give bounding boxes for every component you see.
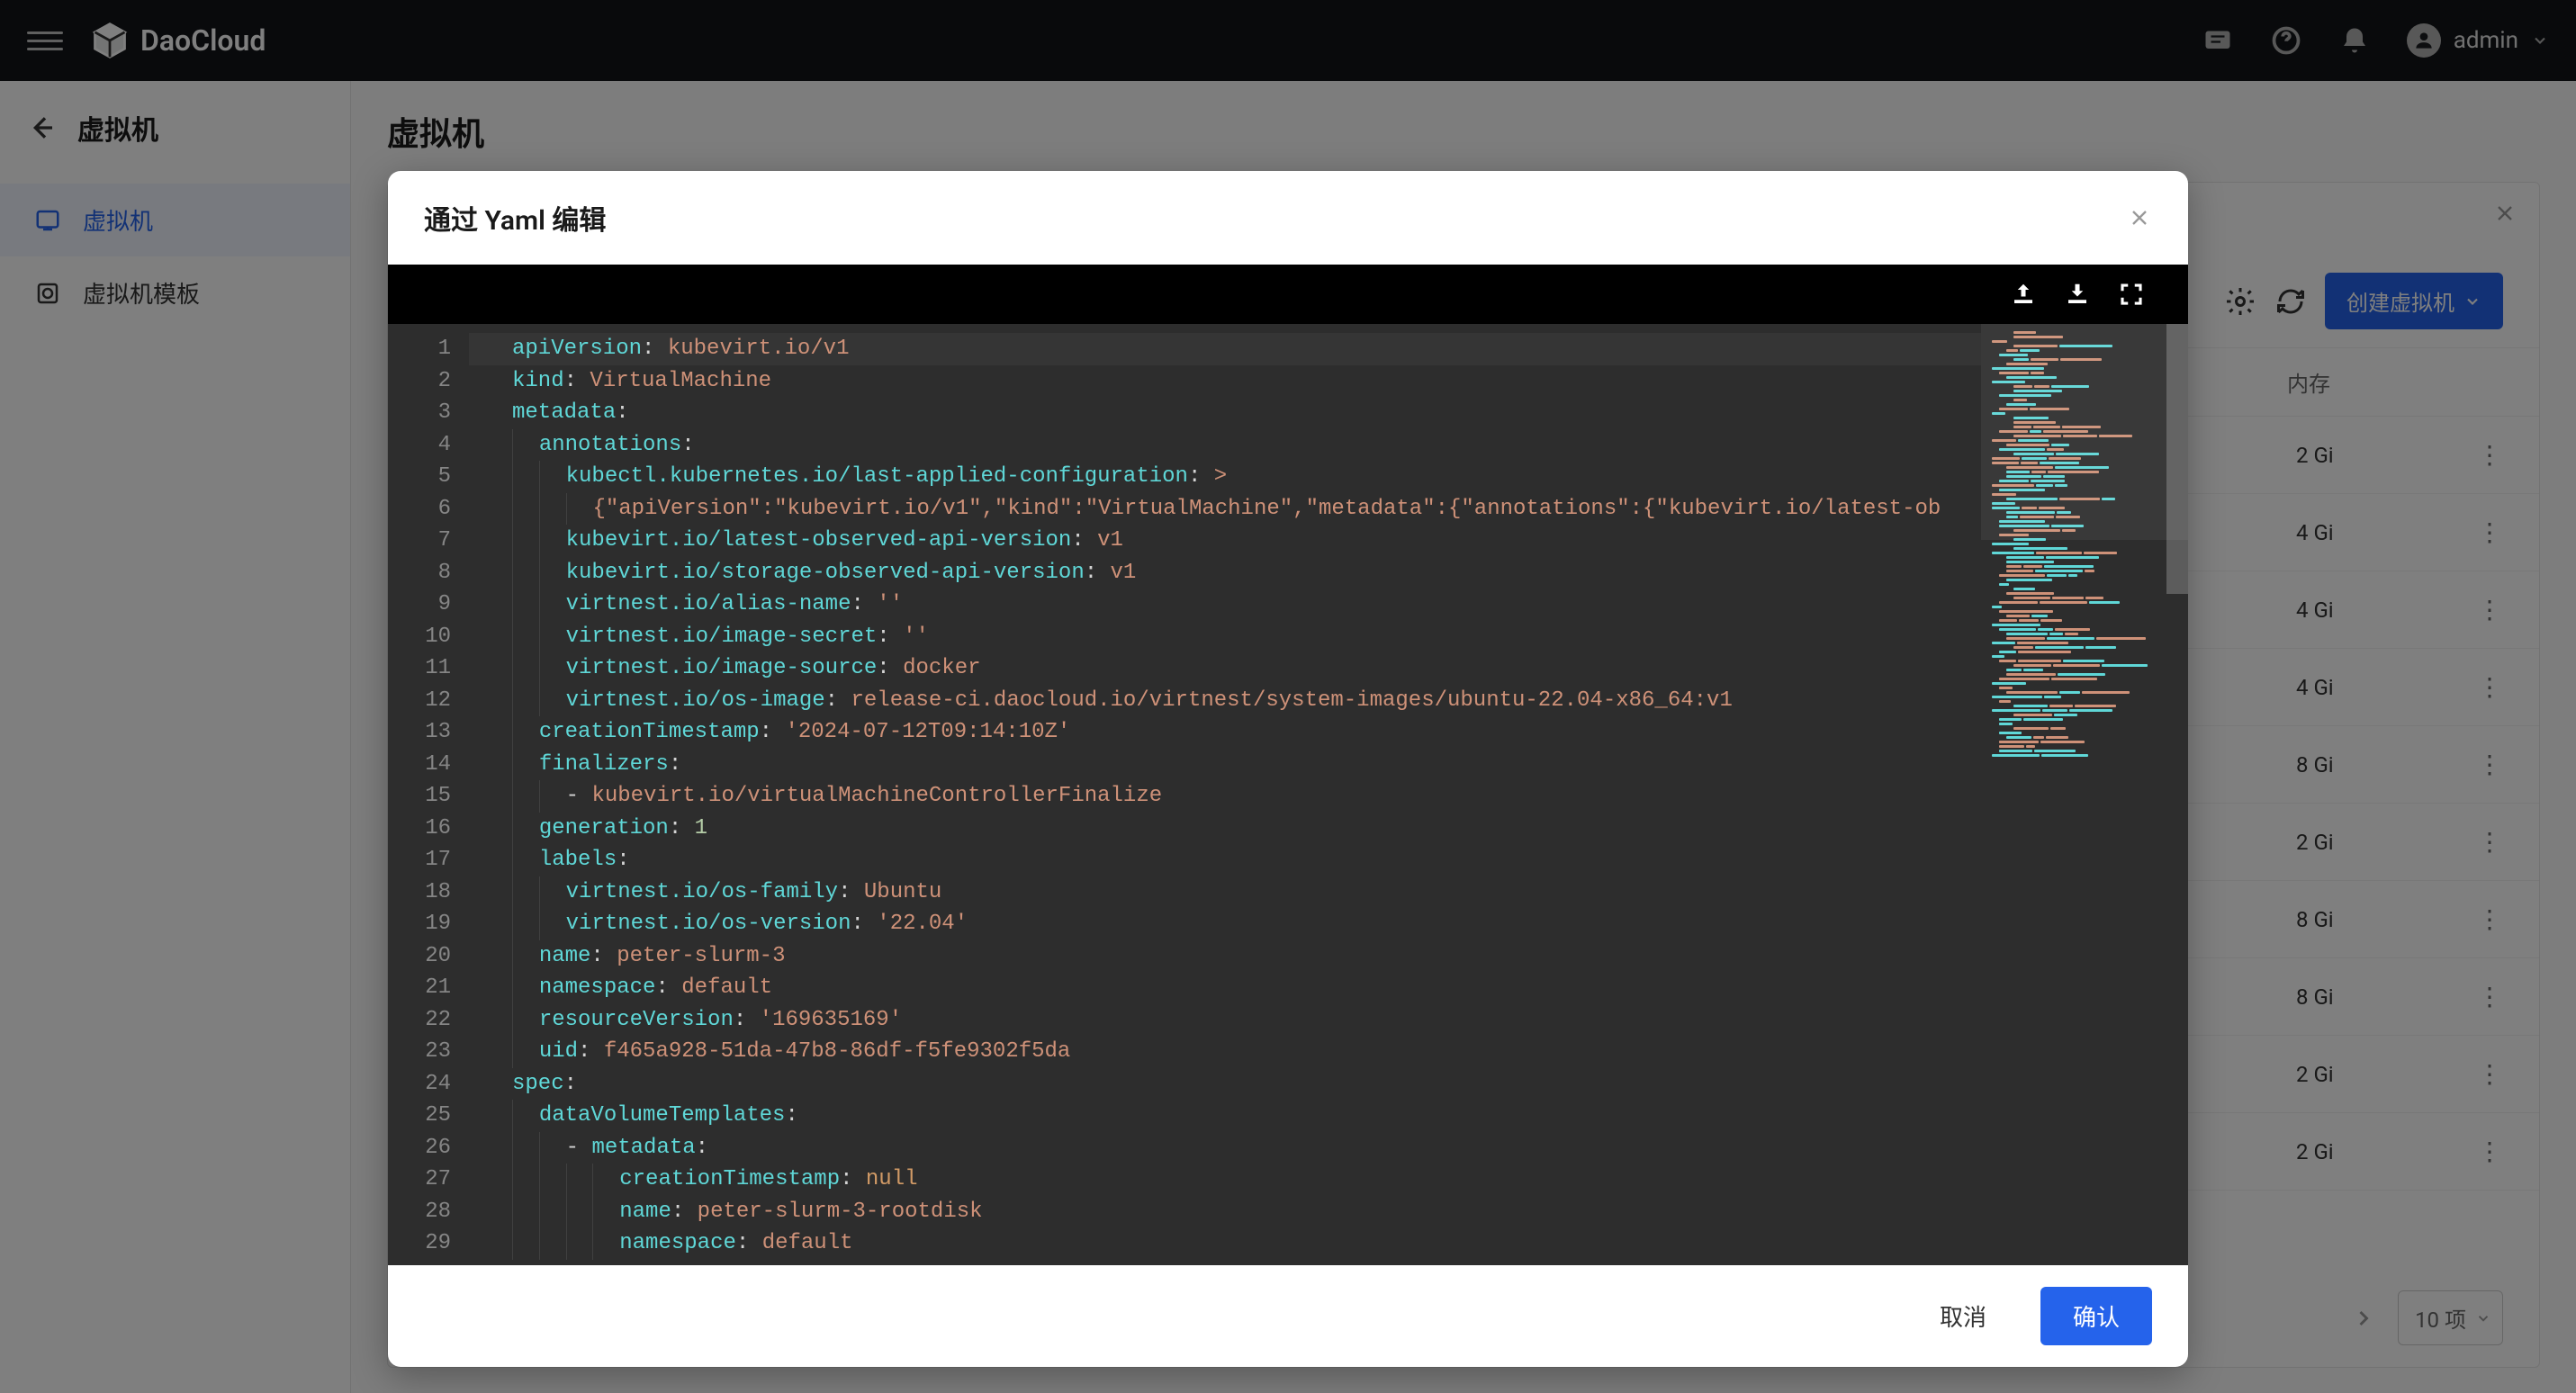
confirm-button[interactable]: 确认 bbox=[2040, 1287, 2152, 1345]
download-icon[interactable] bbox=[2064, 281, 2091, 308]
modal-footer: 取消 确认 bbox=[388, 1265, 2188, 1367]
modal-title: 通过 Yaml 编辑 bbox=[424, 198, 606, 238]
minimap-viewport[interactable] bbox=[1981, 324, 2188, 540]
yaml-edit-modal: 通过 Yaml 编辑 12345678910111213141516171819… bbox=[388, 171, 2188, 1367]
fullscreen-icon[interactable] bbox=[2118, 281, 2145, 308]
upload-icon[interactable] bbox=[2010, 281, 2037, 308]
editor-scrollbar[interactable] bbox=[2166, 324, 2188, 1265]
editor-body[interactable]: 1234567891011121314151617181920212223242… bbox=[388, 324, 2188, 1265]
line-numbers: 1234567891011121314151617181920212223242… bbox=[388, 324, 469, 1265]
code-content[interactable]: apiVersion: kubevirt.io/v1kind: VirtualM… bbox=[469, 324, 2188, 1265]
close-icon[interactable] bbox=[2127, 205, 2152, 230]
yaml-editor[interactable]: 1234567891011121314151617181920212223242… bbox=[388, 265, 2188, 1265]
minimap[interactable] bbox=[1981, 324, 2188, 1265]
modal-overlay: 通过 Yaml 编辑 12345678910111213141516171819… bbox=[0, 0, 2576, 1393]
modal-header: 通过 Yaml 编辑 bbox=[388, 171, 2188, 265]
editor-toolbar bbox=[388, 265, 2188, 324]
scrollbar-thumb[interactable] bbox=[2166, 324, 2188, 594]
cancel-button[interactable]: 取消 bbox=[1907, 1287, 2019, 1345]
